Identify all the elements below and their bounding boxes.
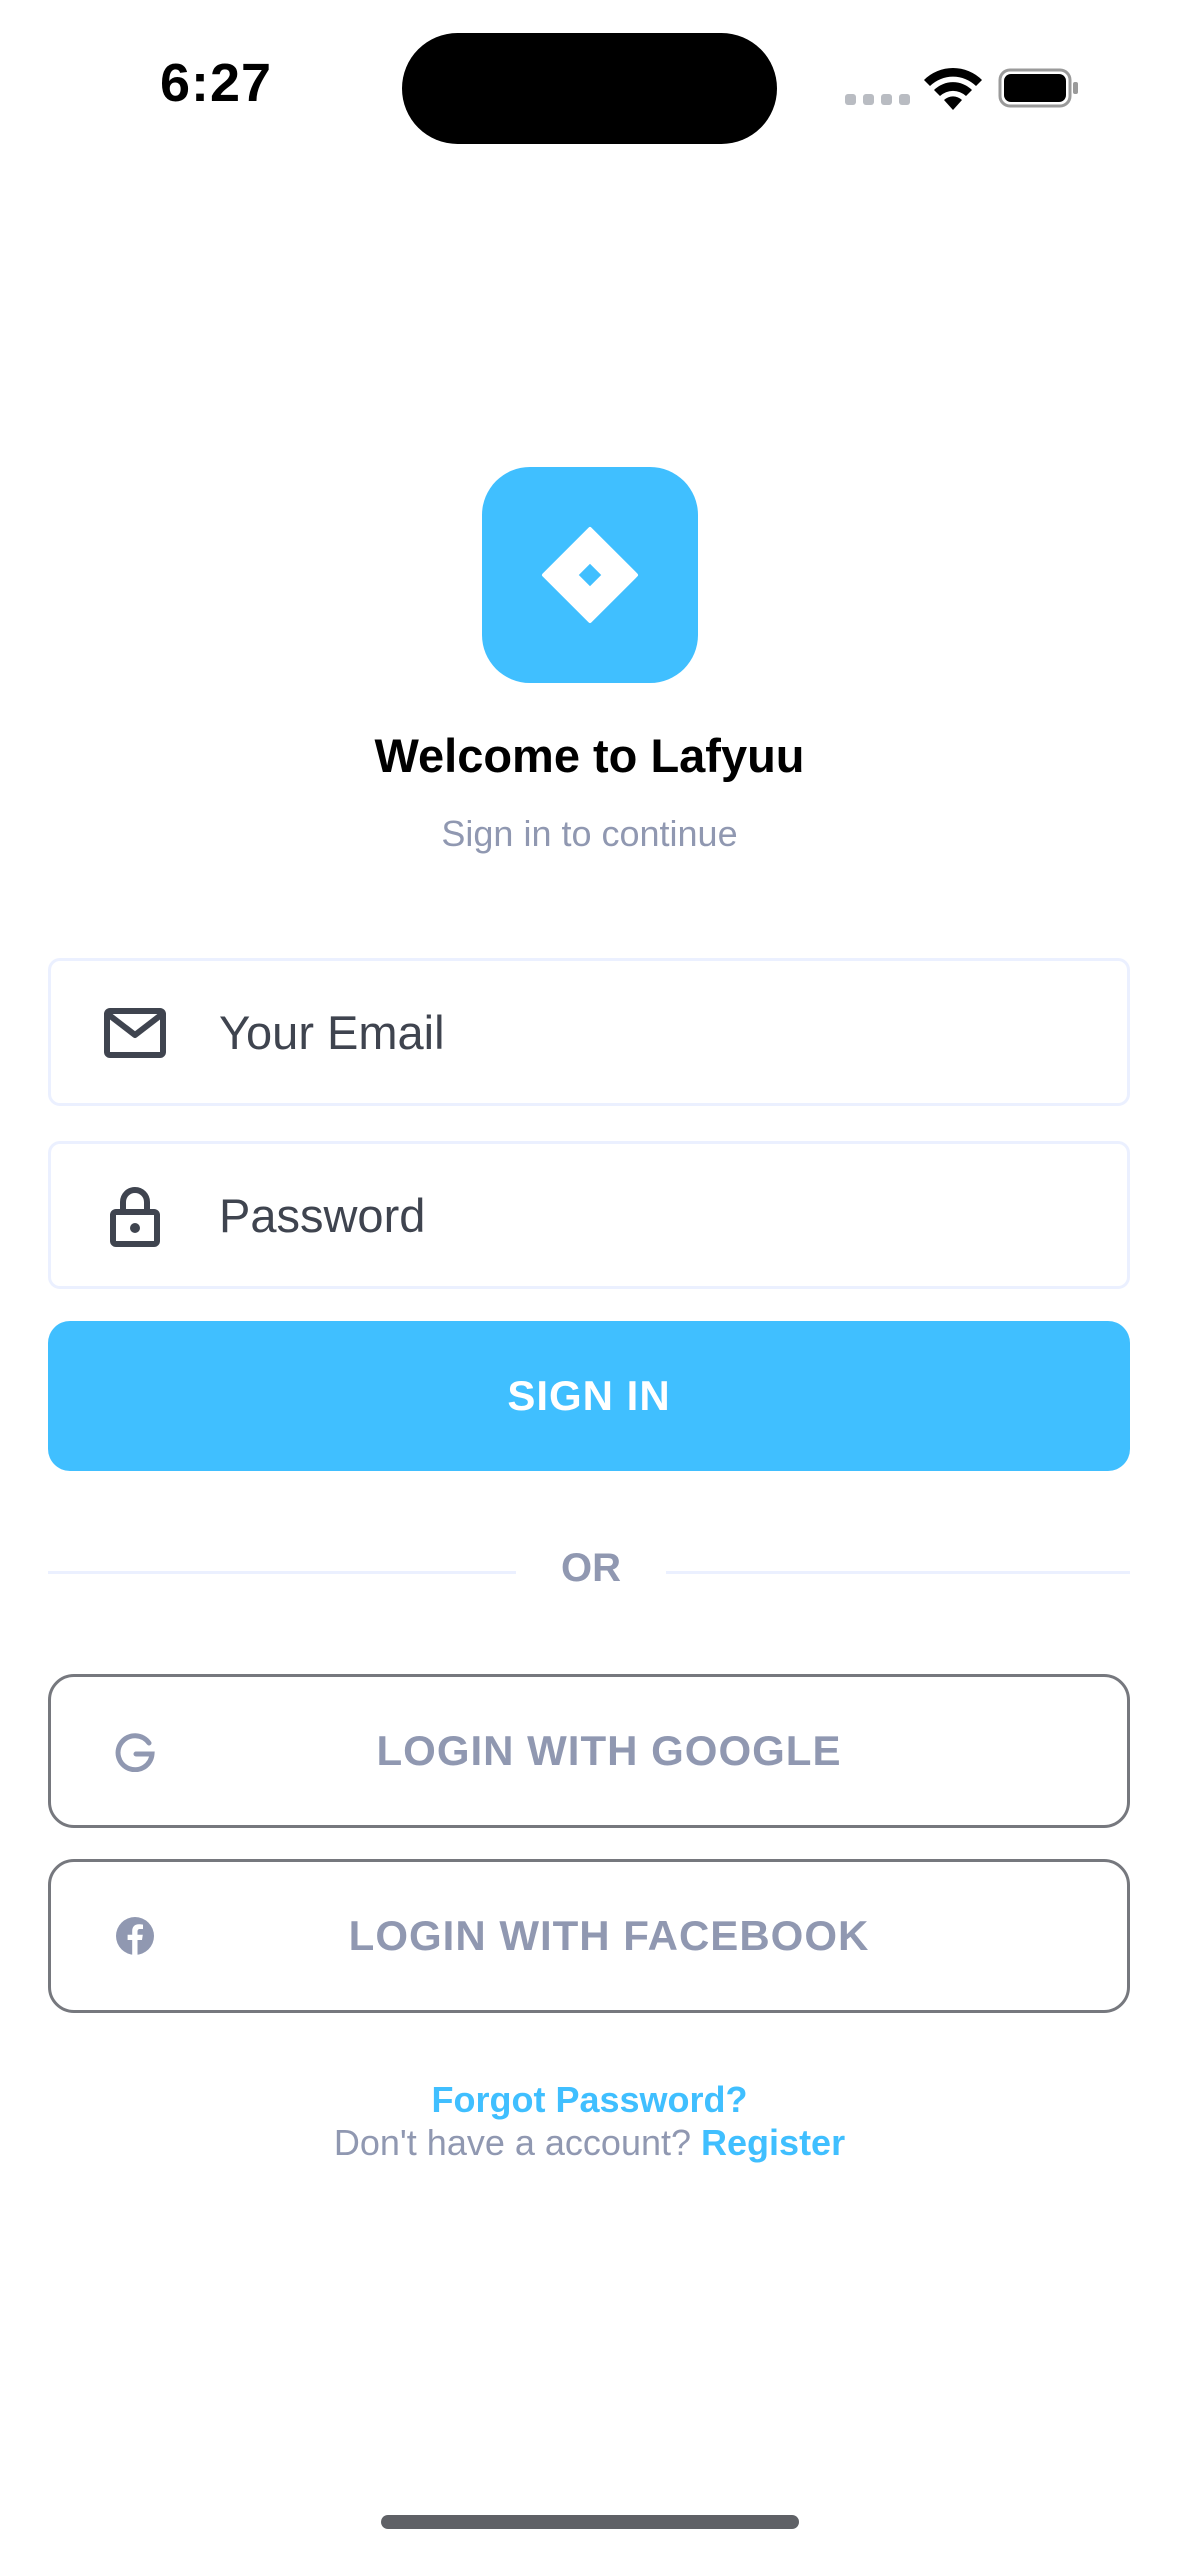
- login-with-facebook-button[interactable]: LOGIN WITH FACEBOOK: [48, 1859, 1130, 2013]
- page-subtitle: Sign in to continue: [441, 813, 738, 854]
- mail-icon: [104, 1008, 166, 1058]
- app-logo: [482, 467, 698, 683]
- divider-line-left: [48, 1571, 516, 1574]
- login-with-google-label: LOGIN WITH GOOGLE: [376, 1727, 842, 1774]
- status-time: 6:27: [160, 53, 273, 113]
- cellular-signal-icon: [845, 94, 910, 105]
- or-divider-label: OR: [561, 1546, 621, 1590]
- wifi-icon: [924, 67, 982, 110]
- register-link[interactable]: Register: [701, 2122, 845, 2163]
- home-indicator[interactable]: [381, 2515, 799, 2529]
- diamond-logo-icon: [542, 527, 638, 623]
- email-field[interactable]: [219, 961, 1099, 1103]
- email-field-container[interactable]: [48, 958, 1130, 1106]
- forgot-password-link[interactable]: Forgot Password?: [0, 2079, 1179, 2121]
- password-field-container[interactable]: [48, 1141, 1130, 1289]
- divider-line-right: [666, 1571, 1130, 1574]
- login-with-facebook-label: LOGIN WITH FACEBOOK: [348, 1912, 870, 1959]
- sign-in-button[interactable]: SIGN IN: [48, 1321, 1130, 1471]
- lock-icon: [110, 1187, 160, 1247]
- password-field[interactable]: [219, 1144, 1099, 1286]
- dynamic-island: [402, 33, 777, 144]
- register-prompt: Don't have a account? Register: [0, 2122, 1179, 2164]
- no-account-text: Don't have a account?: [333, 2122, 692, 2163]
- page-title: Welcome to Lafyuu: [374, 729, 805, 782]
- login-with-google-button[interactable]: LOGIN WITH GOOGLE: [48, 1674, 1130, 1828]
- battery-icon: [998, 68, 1078, 108]
